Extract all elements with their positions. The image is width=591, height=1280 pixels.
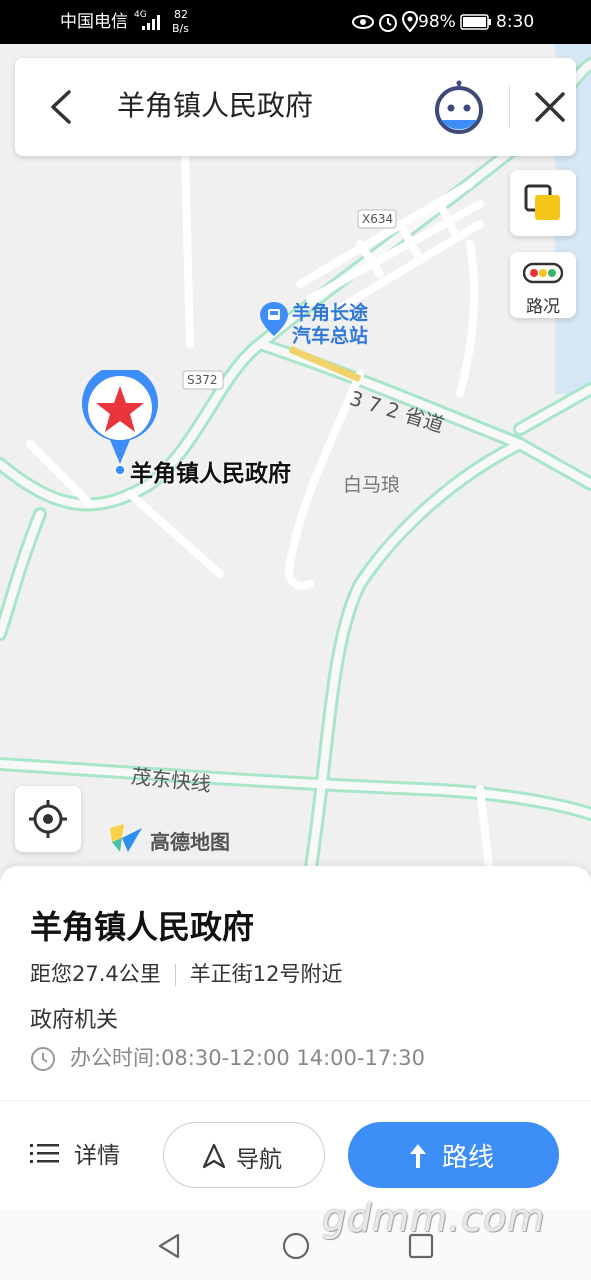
status-bar: 中国电信 4G 82 B/s 98% 8:30 xyxy=(0,0,591,44)
meta-divider xyxy=(174,964,176,986)
navigation-arrow-icon xyxy=(202,1143,226,1169)
search-divider xyxy=(509,86,510,128)
battery-icon xyxy=(460,14,491,30)
crosshair-icon xyxy=(29,800,67,838)
signal-icon xyxy=(142,15,160,30)
details-label: 详情 xyxy=(74,1143,120,1169)
road-badge-x634: X634 xyxy=(362,212,394,226)
location-icon xyxy=(402,11,418,33)
battery-percent: 98% xyxy=(418,12,456,32)
amap-logo-text: 高德地图 xyxy=(150,830,230,854)
clock-icon xyxy=(31,1047,55,1071)
watermark: gdmm.com xyxy=(322,1196,546,1240)
road-badge-s372: S372 xyxy=(187,373,218,387)
poi-meta: 距您27.4公里 羊正街12号附近 xyxy=(30,958,343,988)
poi-distance: 距您27.4公里 xyxy=(30,962,161,986)
route-label: 路线 xyxy=(442,1143,495,1173)
alarm-icon xyxy=(379,14,397,32)
navigate-label: 导航 xyxy=(236,1147,282,1173)
eye-icon xyxy=(352,15,374,29)
back-arrow-icon[interactable] xyxy=(37,80,87,134)
location-dot-icon xyxy=(114,464,126,476)
clock: 8:30 xyxy=(496,12,535,32)
star-pin-icon xyxy=(82,370,158,464)
bus-station-name-line2[interactable]: 汽车总站 xyxy=(292,321,368,348)
navigate-button[interactable]: 导航 xyxy=(163,1122,325,1188)
poi-address: 羊正街12号附近 xyxy=(189,962,343,986)
traffic-label: 路况 xyxy=(526,297,560,317)
bus-station-icon[interactable] xyxy=(260,302,288,336)
locate-me-button[interactable] xyxy=(15,786,81,852)
sheet-divider xyxy=(0,1100,591,1101)
carrier-label: 中国电信 xyxy=(60,12,128,32)
traffic-light-icon xyxy=(523,262,563,284)
village-label: 白马琅 xyxy=(343,474,401,496)
amap-logo-icon xyxy=(110,824,142,852)
route-button[interactable]: 路线 xyxy=(348,1122,559,1188)
poi-detail-sheet[interactable]: 羊角镇人民政府 距您27.4公里 羊正街12号附近 政府机关 办公时间:08:30… xyxy=(0,866,591,1210)
map-canvas[interactable]: X634 S372 羊角长途 汽车总站 3 7 2 省道 白马琅 茂东快线 羊角… xyxy=(0,44,591,874)
speed-unit: B/s xyxy=(172,22,189,35)
poi-hours: 办公时间:08:30-12:00 14:00-17:30 xyxy=(70,1046,425,1070)
poi-category: 政府机关 xyxy=(30,1008,119,1033)
back-triangle-icon[interactable] xyxy=(156,1232,182,1260)
poi-marker-label[interactable]: 羊角镇人民政府 xyxy=(130,454,291,488)
poi-marker[interactable] xyxy=(80,370,160,466)
speed-value: 82 xyxy=(174,8,188,21)
layers-icon xyxy=(524,184,560,220)
close-icon[interactable] xyxy=(525,82,575,132)
poi-hours-row: 办公时间:08:30-12:00 14:00-17:30 xyxy=(30,1042,425,1072)
list-icon xyxy=(30,1144,59,1163)
home-circle-icon[interactable] xyxy=(281,1231,311,1261)
layers-button[interactable] xyxy=(510,170,576,236)
poi-title: 羊角镇人民政府 xyxy=(30,908,255,946)
traffic-button[interactable]: 路况 xyxy=(510,252,576,318)
details-button[interactable]: 详情 xyxy=(30,1136,120,1180)
assistant-mascot-icon[interactable] xyxy=(431,80,487,136)
search-bar[interactable]: 羊角镇人民政府 xyxy=(15,58,576,156)
route-arrow-icon xyxy=(410,1144,426,1168)
search-query[interactable]: 羊角镇人民政府 xyxy=(117,84,313,124)
